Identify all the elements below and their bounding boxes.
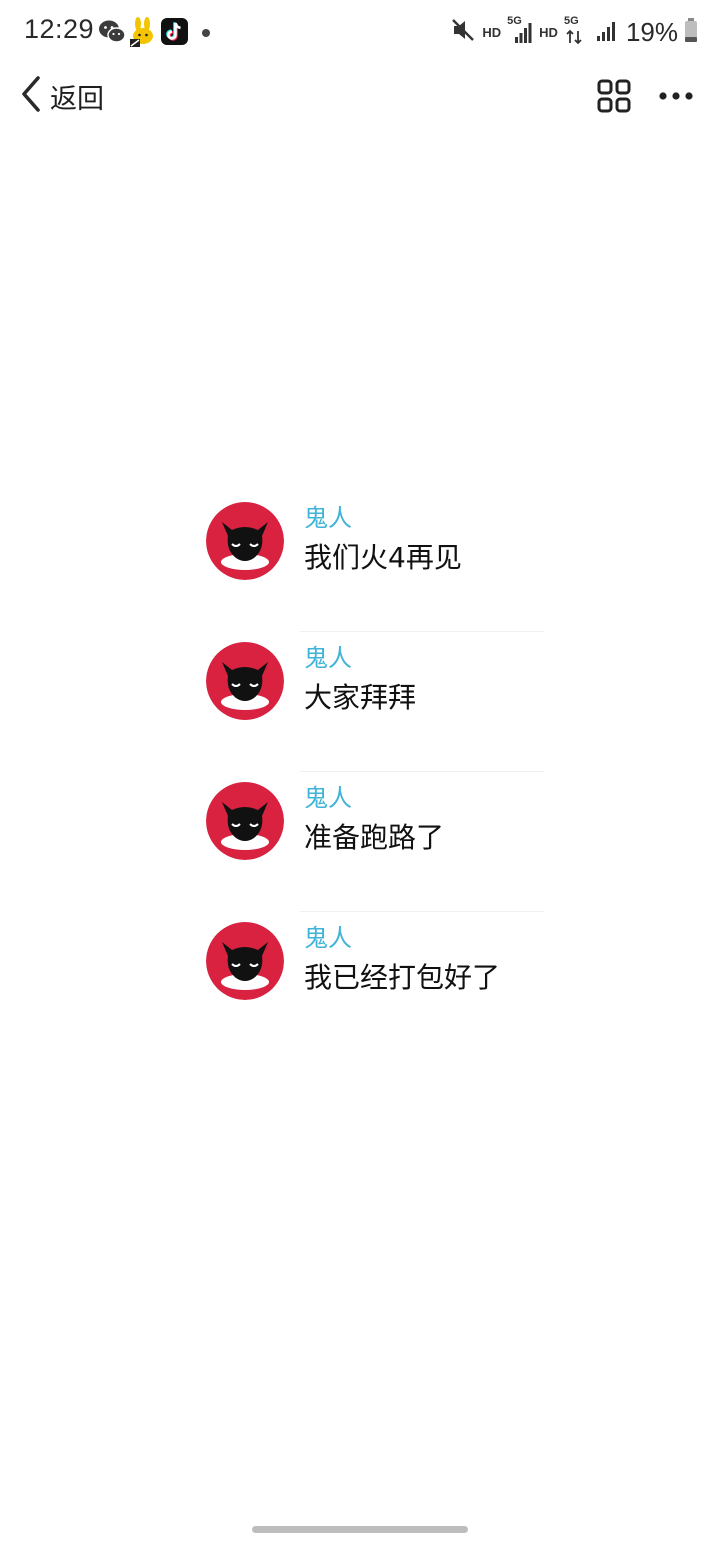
message-text: 我们火4再见 — [304, 541, 462, 574]
sender-name: 鬼人 — [304, 644, 352, 672]
mute-icon — [450, 17, 476, 47]
chat-screenshot-image: 鬼人 我们火4再见 鬼人 大家拜拜 鬼人 准备跑路了 鬼人 我已经打包好了 — [200, 492, 544, 1052]
network-arrows-icon: 5G — [564, 15, 590, 45]
message-text: 准备跑路了 — [304, 821, 445, 854]
chat-message: 鬼人 准备跑路了 — [200, 772, 544, 912]
chat-message: 鬼人 我已经打包好了 — [200, 912, 544, 1052]
back-label: 返回 — [50, 83, 104, 115]
home-indicator[interactable] — [252, 1526, 468, 1533]
batman-avatar-icon — [206, 642, 284, 720]
batman-avatar-icon — [206, 502, 284, 580]
grid-button[interactable] — [596, 78, 632, 114]
more-icon — [656, 92, 696, 118]
avatar — [206, 782, 284, 860]
message-text: 我已经打包好了 — [304, 961, 501, 994]
grid-icon — [596, 79, 632, 118]
batman-avatar-icon — [206, 922, 284, 1000]
signal-icon — [596, 17, 618, 47]
status-right-group: HD 5G HD 5G 19% — [450, 14, 698, 50]
back-button[interactable]: 返回 — [18, 74, 104, 118]
signal-icon: 5G — [507, 15, 533, 45]
battery-percent: 19% — [625, 16, 678, 47]
avatar — [206, 922, 284, 1000]
status-time: 12:29 — [24, 14, 95, 44]
more-button[interactable] — [656, 78, 696, 114]
battery-icon — [684, 17, 698, 47]
image-viewer: 鬼人 我们火4再见 鬼人 大家拜拜 鬼人 准备跑路了 鬼人 我已经打包好了 — [0, 128, 720, 1500]
status-bar: 12:29 HD 5G HD 5G 19% — [0, 0, 720, 64]
chat-message: 鬼人 我们火4再见 — [200, 492, 544, 632]
sender-name: 鬼人 — [304, 504, 352, 532]
network-type: 5G — [563, 15, 579, 27]
back-chevron-icon — [18, 74, 44, 118]
tiktok-icon — [161, 18, 188, 49]
nav-bar: 返回 — [0, 64, 720, 128]
chat-message: 鬼人 大家拜拜 — [200, 632, 544, 772]
hd-label: HD — [482, 24, 502, 40]
batman-avatar-icon — [206, 782, 284, 860]
avatar — [206, 642, 284, 720]
sender-name: 鬼人 — [304, 924, 352, 952]
avatar — [206, 502, 284, 580]
notification-dot — [202, 29, 210, 37]
rabbit-app-icon — [130, 17, 156, 51]
hd-label: HD — [539, 24, 558, 40]
message-text: 大家拜拜 — [304, 681, 417, 714]
sender-name: 鬼人 — [304, 784, 352, 812]
network-type: 5G — [507, 15, 522, 27]
wechat-icon — [98, 18, 126, 50]
